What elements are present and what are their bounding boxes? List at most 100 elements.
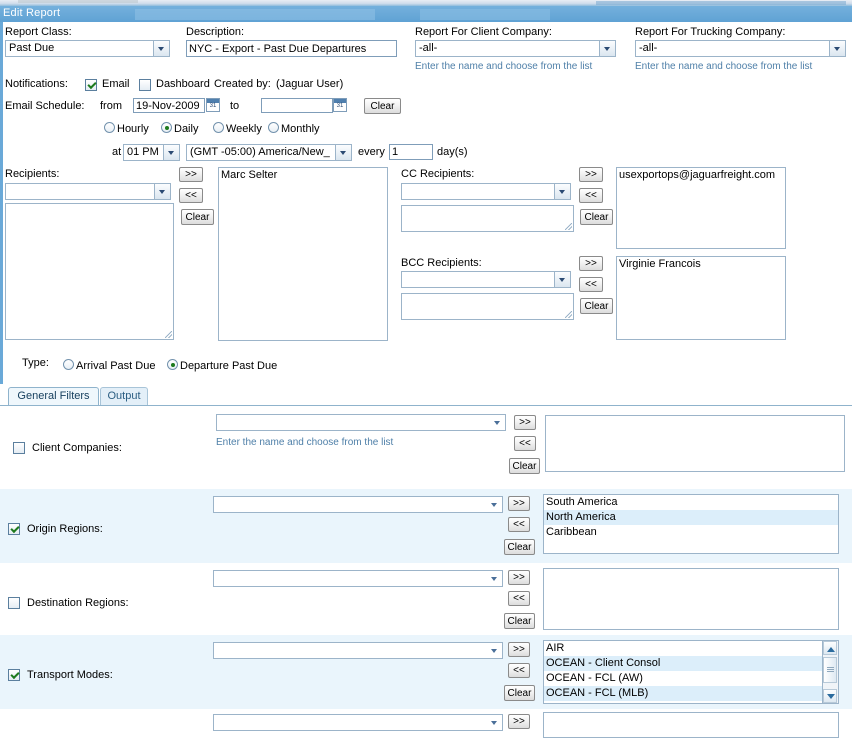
client-companies-clear-button[interactable]: Clear [509, 458, 540, 474]
chevron-down-icon[interactable] [829, 41, 845, 56]
bcc-recipients-add-button[interactable]: >> [579, 256, 603, 271]
origin-regions-checkbox[interactable] [8, 523, 20, 535]
client-companies-remove-button[interactable]: << [514, 436, 536, 451]
cc-recipients-notes-value [402, 206, 573, 210]
bcc-recipients-remove-button[interactable]: << [579, 277, 603, 292]
bcc-recipients-clear-button[interactable]: Clear [580, 298, 613, 314]
chevron-down-icon[interactable] [487, 715, 502, 730]
chevron-down-icon[interactable] [554, 184, 570, 199]
chevron-down-icon[interactable] [335, 145, 351, 160]
type-label-departure-past-due: Departure Past Due [180, 360, 278, 372]
recipients-notes-textarea[interactable] [5, 203, 174, 340]
cc-recipients-add-button[interactable]: >> [579, 167, 603, 182]
client-companies-checkbox[interactable] [13, 442, 25, 454]
destination-regions-remove-button[interactable]: << [508, 591, 530, 606]
chevron-down-icon[interactable] [487, 497, 502, 512]
transport-modes-add-button[interactable]: >> [508, 642, 530, 657]
schedule-timezone-select[interactable]: (GMT -05:00) America/New_ [186, 144, 352, 161]
report-class-select[interactable]: Past Due [5, 40, 170, 57]
type-radio-departure-past-due[interactable] [167, 359, 178, 370]
partial-row-search-input[interactable] [213, 714, 503, 731]
scroll-down-icon[interactable] [823, 689, 837, 703]
transport-modes-clear-button[interactable]: Clear [504, 685, 535, 701]
frequency-radio-weekly[interactable] [213, 122, 224, 133]
list-item[interactable]: OCEAN - Client Consol [544, 656, 823, 671]
chevron-down-icon[interactable] [153, 41, 169, 56]
client-companies-search-input[interactable] [216, 414, 506, 431]
list-item[interactable]: OCEAN - FCL (MLB) [544, 686, 823, 701]
frequency-radio-hourly[interactable] [104, 122, 115, 133]
bcc-recipients-selected-list[interactable]: Virginie Francois [616, 256, 786, 340]
chevron-down-icon[interactable] [487, 643, 502, 658]
schedule-time-select[interactable]: 01 PM [123, 144, 180, 161]
transport-modes-selected-list[interactable]: AIR OCEAN - Client Consol OCEAN - FCL (A… [543, 640, 839, 704]
chevron-down-icon[interactable] [490, 415, 505, 430]
chevron-down-icon[interactable] [599, 41, 615, 56]
origin-regions-remove-button[interactable]: << [508, 517, 530, 532]
schedule-from-input[interactable]: 19-Nov-2009 [133, 98, 205, 113]
chevron-down-icon[interactable] [154, 184, 170, 199]
transport-modes-search-input[interactable] [213, 642, 503, 659]
report-for-client-company-select[interactable]: -all- [415, 40, 616, 57]
schedule-to-input[interactable] [261, 98, 333, 113]
report-for-trucking-company-label: Report For Trucking Company: [635, 26, 786, 38]
list-item[interactable]: North America [544, 510, 838, 525]
bcc-recipients-notes-textarea[interactable] [401, 293, 574, 320]
email-notification-checkbox[interactable] [85, 79, 97, 91]
type-radio-arrival-past-due[interactable] [63, 359, 74, 370]
list-item[interactable]: usexportops@jaguarfreight.com [617, 168, 785, 183]
recipients-clear-button[interactable]: Clear [181, 209, 214, 225]
destination-regions-selected-list[interactable] [543, 568, 839, 630]
list-item[interactable]: Virginie Francois [617, 257, 785, 272]
cc-recipients-remove-button[interactable]: << [579, 188, 603, 203]
scroll-up-icon[interactable] [823, 641, 837, 655]
client-companies-add-button[interactable]: >> [514, 415, 536, 430]
chevron-down-icon[interactable] [163, 145, 179, 160]
origin-regions-clear-button[interactable]: Clear [504, 539, 535, 555]
calendar-icon[interactable] [206, 98, 220, 112]
cc-recipients-clear-button[interactable]: Clear [580, 209, 613, 225]
client-companies-selected-list[interactable] [545, 415, 845, 472]
title-bar-ghost-left [135, 9, 375, 20]
report-for-trucking-company-select[interactable]: -all- [635, 40, 846, 57]
list-item[interactable]: Caribbean [544, 525, 838, 540]
destination-regions-add-button[interactable]: >> [508, 570, 530, 585]
scrollbar-thumb[interactable] [823, 657, 837, 683]
cc-recipients-selected-list[interactable]: usexportops@jaguarfreight.com [616, 167, 786, 249]
chevron-down-icon[interactable] [554, 272, 570, 287]
destination-regions-checkbox[interactable] [8, 597, 20, 609]
recipients-selected-list[interactable]: Marc Selter [218, 167, 388, 341]
list-item[interactable]: OCEAN - LCL [544, 701, 823, 703]
recipients-remove-button[interactable]: << [179, 188, 203, 203]
partial-row-selected-list[interactable] [543, 712, 839, 738]
recipients-add-button[interactable]: >> [179, 167, 203, 182]
list-item[interactable]: Marc Selter [219, 168, 387, 183]
list-item[interactable]: OCEAN - FCL (AW) [544, 671, 823, 686]
transport-modes-scrollbar[interactable] [822, 641, 838, 703]
frequency-radio-monthly[interactable] [268, 122, 279, 133]
list-item[interactable]: South America [544, 495, 838, 510]
recipients-search-input[interactable] [5, 183, 171, 200]
tab-output[interactable]: Output [100, 387, 148, 405]
client-company-hint: Enter the name and choose from the list [415, 61, 593, 72]
transport-modes-remove-button[interactable]: << [508, 663, 530, 678]
bcc-recipients-search-input[interactable] [401, 271, 571, 288]
calendar-icon[interactable] [333, 98, 347, 112]
chevron-down-icon[interactable] [487, 571, 502, 586]
destination-regions-clear-button[interactable]: Clear [504, 613, 535, 629]
cc-recipients-notes-textarea[interactable] [401, 205, 574, 232]
origin-regions-selected-list[interactable]: South America North America Caribbean [543, 494, 839, 554]
tab-general-filters[interactable]: General Filters [8, 387, 99, 405]
description-input[interactable]: NYC - Export - Past Due Departures [186, 40, 397, 57]
origin-regions-search-input[interactable] [213, 496, 503, 513]
transport-modes-checkbox[interactable] [8, 669, 20, 681]
schedule-clear-button[interactable]: Clear [364, 98, 401, 114]
destination-regions-search-input[interactable] [213, 570, 503, 587]
origin-regions-add-button[interactable]: >> [508, 496, 530, 511]
frequency-radio-daily[interactable] [161, 122, 172, 133]
cc-recipients-search-input[interactable] [401, 183, 571, 200]
every-interval-input[interactable]: 1 [389, 144, 433, 160]
list-item[interactable]: AIR [544, 641, 823, 656]
partial-row-add-button[interactable]: >> [508, 714, 530, 729]
dashboard-notification-checkbox[interactable] [139, 79, 151, 91]
